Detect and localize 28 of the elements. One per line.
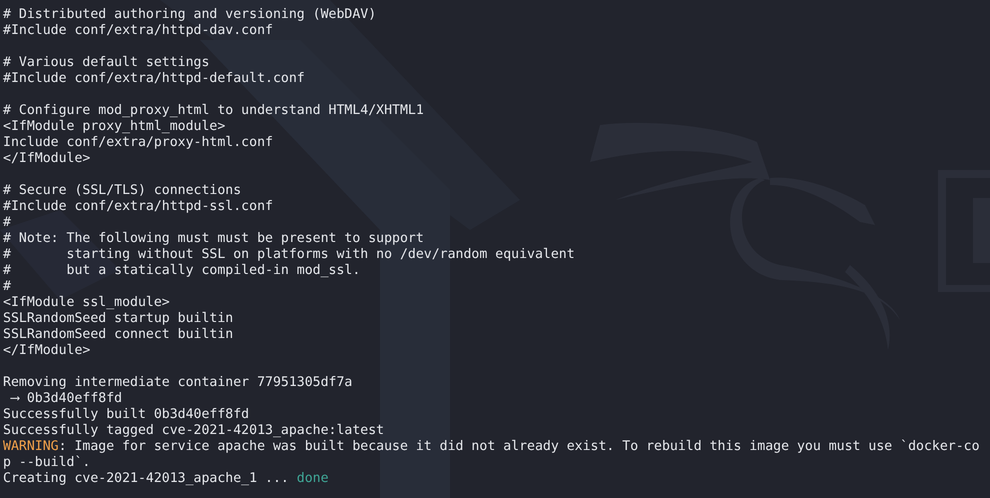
terminal-line: : Image for service apache was built because it did not already exist. To rebuild this image you must use `docker-co bbox=[58, 439, 980, 455]
terminal-line: # Distributed authoring and versioning (WebDAV) bbox=[3, 7, 376, 23]
terminal-line: <IfModule proxy_html_module> bbox=[3, 119, 226, 135]
terminal-line: Successfully tagged cve-2021-42013_apache:latest bbox=[3, 423, 384, 439]
terminal-line: </IfModule> bbox=[3, 151, 90, 167]
status-text: done bbox=[296, 471, 329, 487]
terminal-line: Successfully built 0b3d40eff8fd bbox=[3, 407, 250, 423]
terminal-line: ⟶ 0b3d40eff8fd bbox=[9, 391, 122, 407]
terminal-line: Creating cve-2021-42013_apache_1 ... bbox=[3, 471, 290, 487]
terminal-line: </IfModule> bbox=[3, 343, 90, 359]
terminal-line: SSLRandomSeed startup builtin bbox=[3, 311, 234, 327]
terminal-line: Removing intermediate container 77951305df7a bbox=[3, 375, 352, 391]
terminal-line: SSLRandomSeed connect builtin bbox=[3, 327, 234, 343]
terminal-line: # bbox=[3, 279, 11, 295]
terminal-line: #Include conf/extra/httpd-ssl.conf bbox=[3, 199, 273, 215]
terminal-line: # Secure (SSL/TLS) connections bbox=[3, 183, 242, 199]
terminal-line: Include conf/extra/proxy-html.conf bbox=[3, 135, 273, 151]
terminal-line: # Note: The following must must be present to support bbox=[3, 231, 424, 247]
terminal-line: #Include conf/extra/httpd-default.conf bbox=[3, 71, 305, 87]
warning-label: WARNING bbox=[3, 439, 59, 455]
terminal-line: <IfModule ssl_module> bbox=[3, 295, 170, 311]
terminal-line: # but a statically compiled-in mod_ssl. bbox=[3, 263, 360, 279]
terminal-line: # bbox=[3, 215, 11, 231]
terminal-line: # starting without SSL on platforms with no /dev/random equivalent bbox=[3, 247, 575, 263]
terminal-line: p --build`. bbox=[3, 455, 90, 471]
terminal-line: # Various default settings bbox=[3, 55, 210, 71]
terminal-line: # Configure mod_proxy_html to understand HTML4/XHTML1 bbox=[3, 103, 424, 119]
terminal-line: #Include conf/extra/httpd-dav.conf bbox=[3, 23, 273, 39]
